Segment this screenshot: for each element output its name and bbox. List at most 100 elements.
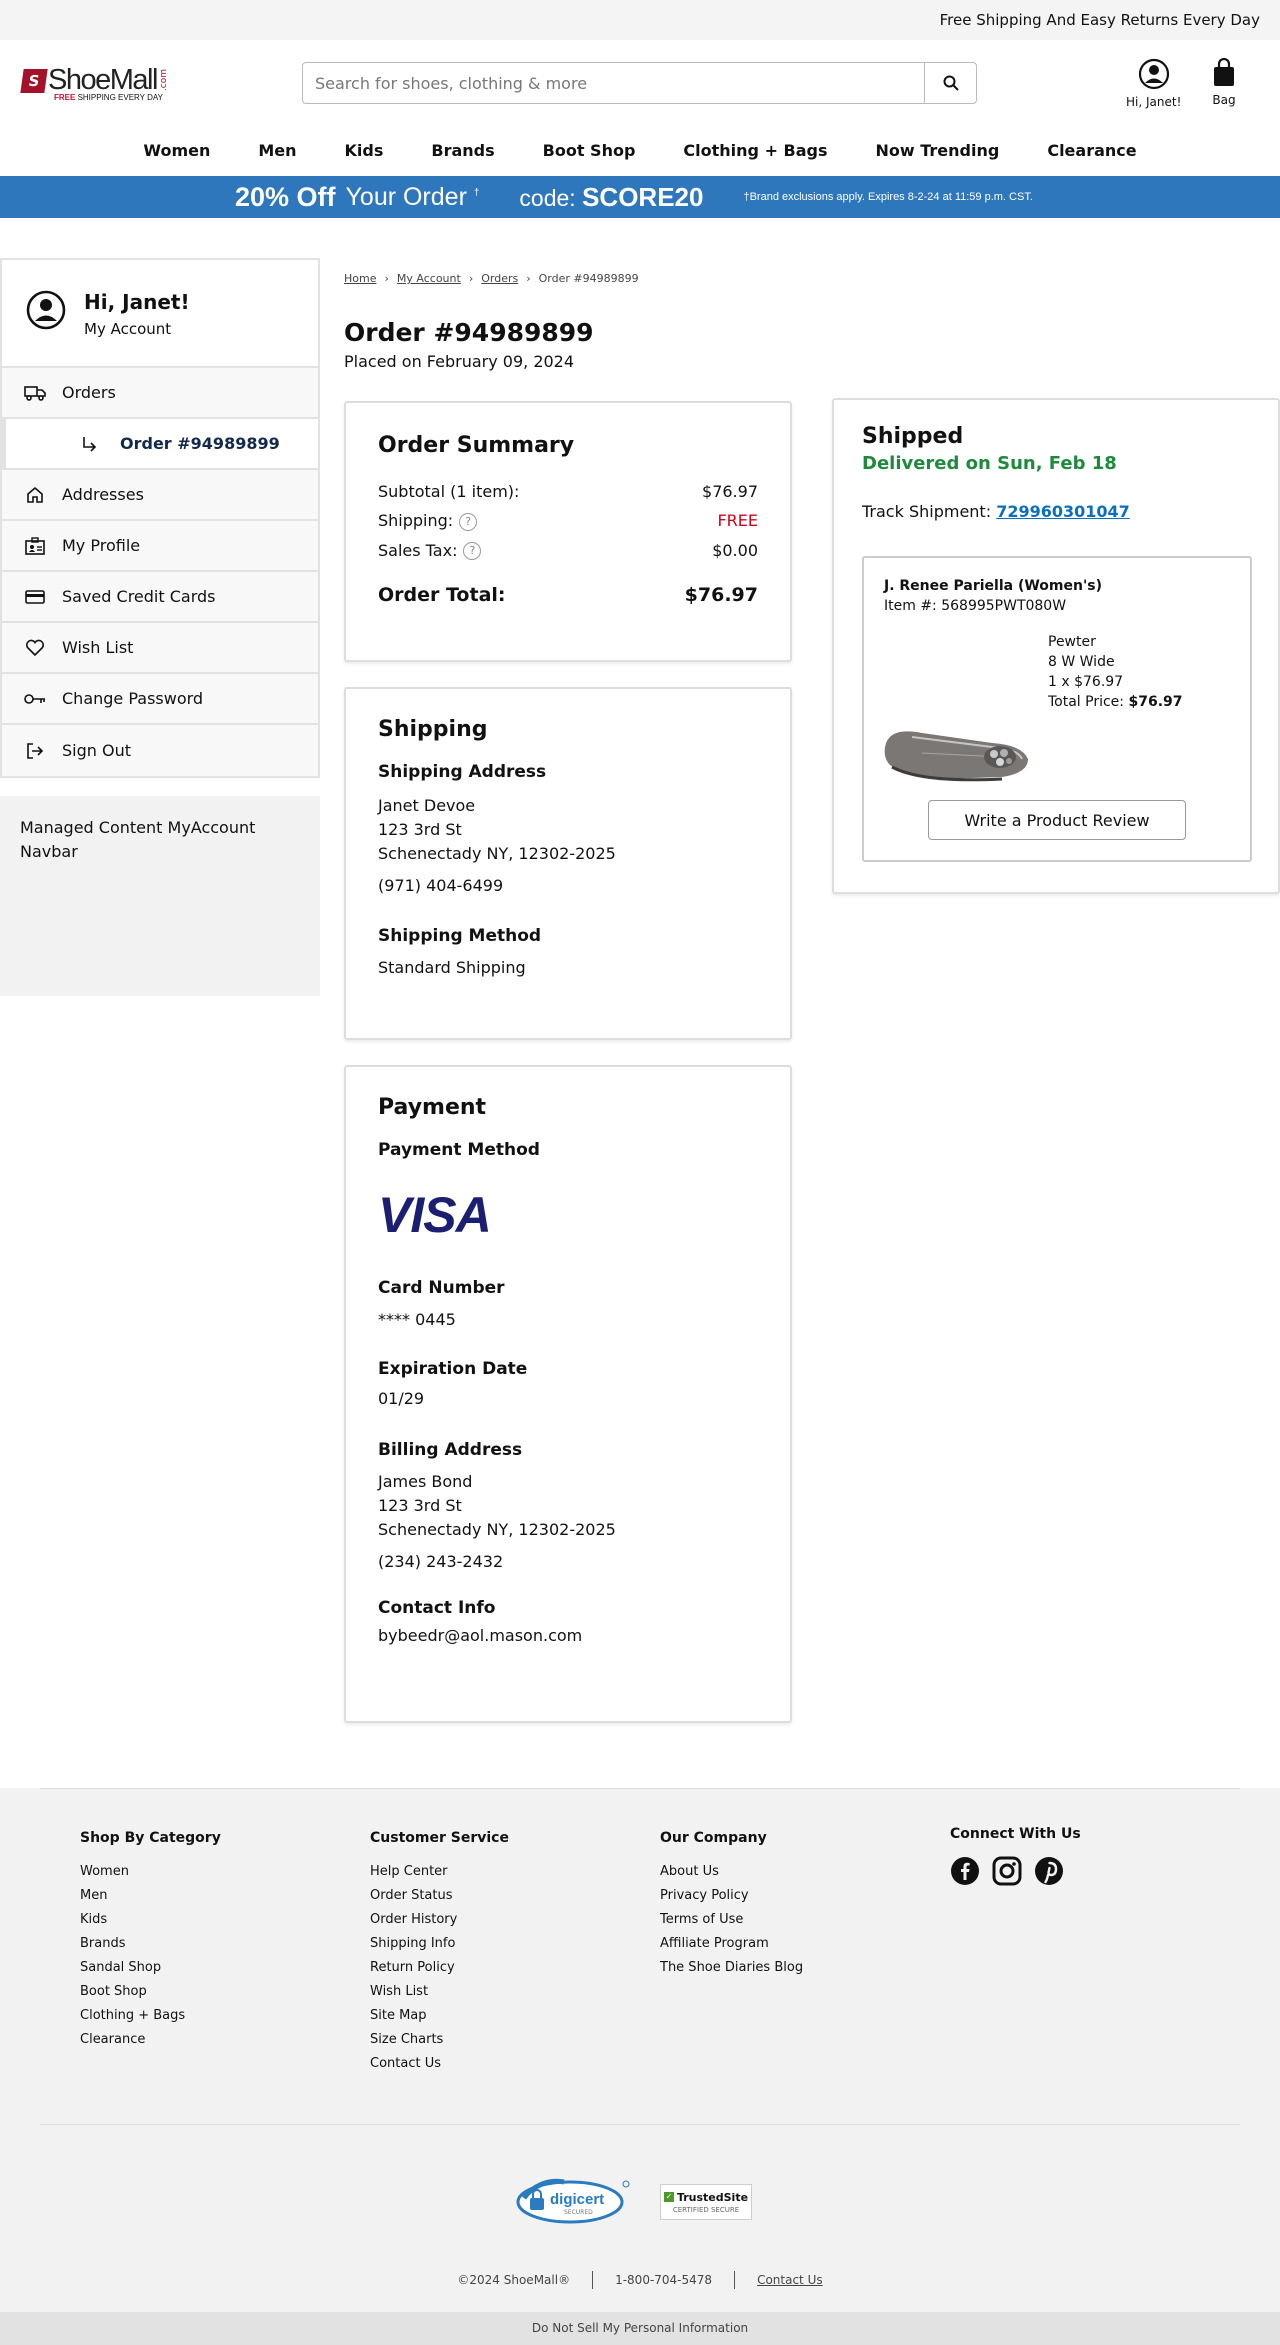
- billing-name: James Bond: [378, 1472, 473, 1491]
- footer-link[interactable]: Men: [80, 1884, 221, 1908]
- footer-link[interactable]: Wish List: [370, 1980, 509, 2004]
- my-account-link[interactable]: My Account: [84, 320, 171, 338]
- contact-email: bybeedr@aol.mason.com: [378, 1626, 583, 1645]
- instagram-icon[interactable]: [992, 1856, 1022, 1886]
- tracking-number-link[interactable]: 729960301047: [996, 502, 1130, 521]
- footer-link[interactable]: Privacy Policy: [660, 1884, 803, 1908]
- billing-address-title: Billing Address: [378, 1440, 523, 1460]
- footer-phone: 1-800-704-5478: [615, 2273, 713, 2287]
- product-image[interactable]: [882, 713, 1032, 785]
- footer-link[interactable]: Affiliate Program: [660, 1932, 803, 1956]
- sidebar-item-label: Sign Out: [62, 741, 131, 760]
- sidebar-item-profile[interactable]: My Profile: [2, 521, 318, 572]
- total-row: Order Total: $76.97: [378, 584, 758, 606]
- breadcrumb-home[interactable]: Home: [344, 272, 376, 285]
- billing-phone: (234) 243-2432: [378, 1552, 504, 1571]
- digicert-seal[interactable]: digicert SECURED: [514, 2178, 630, 2226]
- total-value: $76.97: [684, 584, 758, 606]
- breadcrumb-orders[interactable]: Orders: [481, 272, 518, 285]
- nav-boot-shop[interactable]: Boot Shop: [519, 141, 660, 160]
- product-box: J. Renee Pariella (Women's) Item #: 5689…: [862, 556, 1252, 862]
- breadcrumb-my-account[interactable]: My Account: [397, 272, 461, 285]
- nav-men[interactable]: Men: [234, 141, 320, 160]
- shoemall-logo[interactable]: S ShoeMall .com FREE SHIPPING EVERY DAY: [20, 64, 182, 104]
- trustedsite-text: TrustedSite: [676, 2190, 749, 2204]
- footer-link[interactable]: Women: [80, 1860, 221, 1884]
- site-footer: Shop By Category Women Men Kids Brands S…: [0, 1788, 1280, 2345]
- expiration-date: 01/29: [378, 1389, 425, 1408]
- product-qty-price: 1 x $76.97: [1048, 674, 1124, 690]
- footer-link[interactable]: Clothing + Bags: [80, 2004, 221, 2028]
- billing-address: James Bond 123 3rd St Schenectady NY, 12…: [378, 1470, 758, 1574]
- footer-link[interactable]: The Shoe Diaries Blog: [660, 1956, 803, 1980]
- shipping-city: Schenectady NY, 12302-2025: [378, 844, 616, 863]
- nav-kids[interactable]: Kids: [321, 141, 408, 160]
- pinterest-icon[interactable]: [1034, 1856, 1064, 1886]
- promo-text: Your Order †: [345, 182, 480, 211]
- footer-link[interactable]: Order History: [370, 1908, 509, 1932]
- sidebar-item-change-password[interactable]: Change Password: [2, 674, 318, 725]
- nav-women[interactable]: Women: [119, 141, 234, 160]
- footer-contact-link[interactable]: Contact Us: [757, 2273, 823, 2287]
- footer-link[interactable]: Kids: [80, 1908, 221, 1932]
- track-label: Track Shipment:: [862, 502, 992, 521]
- footer-col-title: Shop By Category: [80, 1830, 221, 1846]
- payment-method-title: Payment Method: [378, 1140, 540, 1160]
- footer-link[interactable]: Shipping Info: [370, 1932, 509, 1956]
- trustedsite-seal[interactable]: ✓ TrustedSite CERTIFIED SECURE: [660, 2184, 752, 2220]
- footer-link[interactable]: Return Policy: [370, 1956, 509, 1980]
- sidebar-item-addresses[interactable]: Addresses: [2, 470, 318, 521]
- footer-link[interactable]: Clearance: [80, 2028, 221, 2052]
- tax-label: Sales Tax:: [378, 540, 458, 560]
- sidebar-item-order-detail[interactable]: Order #94989899: [2, 419, 318, 470]
- footer-link[interactable]: Contact Us: [370, 2052, 509, 2076]
- account-link[interactable]: Hi, Janet!: [1126, 58, 1181, 109]
- product-item-number: Item #: 568995PWT080W: [884, 598, 1067, 614]
- sign-out-icon: [24, 740, 46, 762]
- sidebar-item-wish-list[interactable]: Wish List: [2, 623, 318, 674]
- logo-com: .com: [158, 69, 169, 92]
- logo-mark-icon: S: [20, 68, 48, 93]
- shipping-row: Shipping:? FREE: [378, 511, 758, 531]
- sidebar-item-orders[interactable]: Orders: [2, 368, 318, 419]
- nav-clothing-bags[interactable]: Clothing + Bags: [659, 141, 851, 160]
- promo-discount: 20% Off: [235, 181, 336, 212]
- footer-link[interactable]: Site Map: [370, 2004, 509, 2028]
- search-input[interactable]: [303, 63, 924, 103]
- promo-fine-print: †Brand exclusions apply. Expires 8-2-24 …: [743, 191, 1033, 203]
- card-number: **** 0445: [378, 1310, 456, 1329]
- nav-clearance[interactable]: Clearance: [1023, 141, 1160, 160]
- footer-link[interactable]: Sandal Shop: [80, 1956, 221, 1980]
- search-icon: [943, 75, 959, 91]
- nav-now-trending[interactable]: Now Trending: [852, 141, 1024, 160]
- promo-banner[interactable]: 20% Off Your Order † code: SCORE20 †Bran…: [0, 176, 1280, 218]
- search-button[interactable]: [924, 63, 976, 103]
- facebook-icon[interactable]: [950, 1856, 980, 1886]
- help-icon[interactable]: ?: [463, 542, 482, 560]
- footer-link[interactable]: Help Center: [370, 1860, 509, 1884]
- nav-brands[interactable]: Brands: [407, 141, 518, 160]
- breadcrumb-current: Order #94989899: [538, 272, 639, 285]
- shipping-address: Janet Devoe 123 3rd St Schenectady NY, 1…: [378, 794, 758, 898]
- bag-link[interactable]: Bag: [1212, 57, 1236, 107]
- sidebar-item-label: Saved Credit Cards: [62, 587, 216, 606]
- tax-row: Sales Tax:? $0.00: [378, 540, 758, 560]
- footer-link[interactable]: Boot Shop: [80, 1980, 221, 2004]
- product-total: Total Price: $76.97: [1048, 694, 1183, 710]
- footer-link[interactable]: Order Status: [370, 1884, 509, 1908]
- sidebar-item-sign-out[interactable]: Sign Out: [2, 725, 318, 776]
- footer-link[interactable]: Brands: [80, 1932, 221, 1956]
- do-not-sell-link[interactable]: Do Not Sell My Personal Information: [0, 2312, 1280, 2345]
- shipping-name: Janet Devoe: [378, 796, 476, 815]
- product-name[interactable]: J. Renee Pariella (Women's): [884, 578, 1230, 594]
- help-icon[interactable]: ?: [459, 512, 478, 531]
- write-review-button[interactable]: Write a Product Review: [928, 800, 1186, 840]
- chevron-right-icon: ›: [468, 272, 474, 285]
- sidebar-item-credit-cards[interactable]: Saved Credit Cards: [2, 572, 318, 623]
- delivered-date: Delivered on Sun, Feb 18: [862, 453, 1117, 474]
- footer-link[interactable]: Terms of Use: [660, 1908, 803, 1932]
- trustedsite-sub: CERTIFIED SECURE: [672, 2205, 740, 2214]
- footer-link[interactable]: Size Charts: [370, 2028, 509, 2052]
- shoe-image-icon: [884, 731, 1028, 782]
- footer-link[interactable]: About Us: [660, 1860, 803, 1884]
